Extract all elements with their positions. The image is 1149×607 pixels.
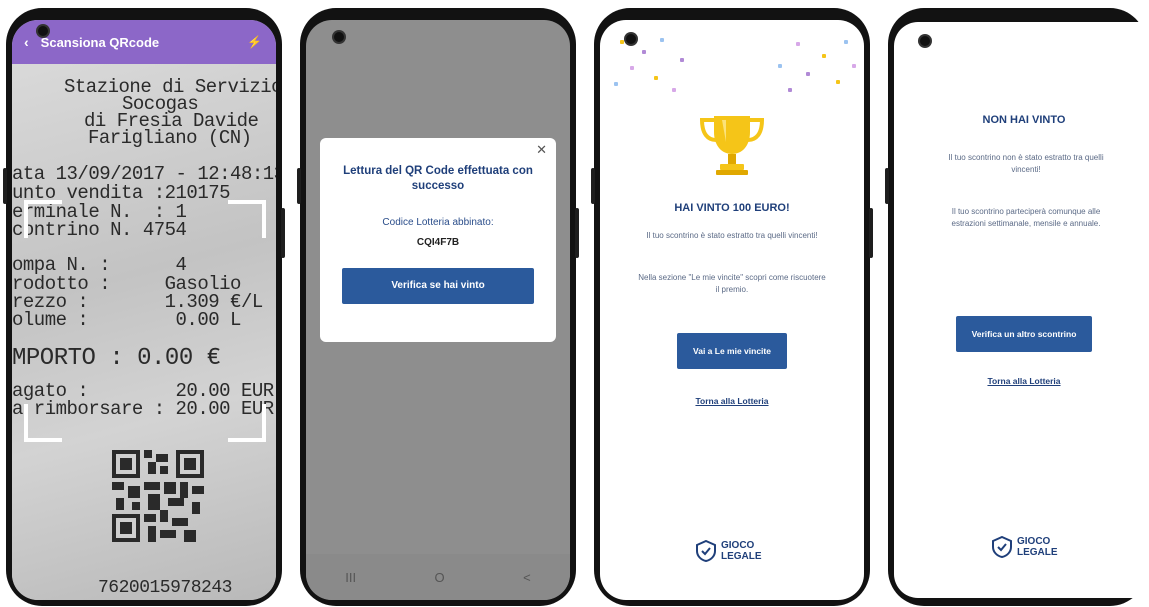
front-camera [626,34,636,44]
logo-word-2: LEGALE [721,551,762,562]
close-icon[interactable]: ✕ [536,142,547,158]
side-button [3,168,7,204]
flash-icon[interactable]: ⚡ [247,35,262,49]
scan-frame-corner [228,200,266,238]
receipt-line: Farigliano (CN) [88,127,252,149]
receipt-total: MPORTO : 0.00 € [12,345,221,372]
verify-another-receipt-button[interactable]: Verifica un altro scontrino [956,316,1092,352]
home-icon[interactable]: O [435,570,445,585]
side-button [575,208,579,258]
win-screen: HAI VINTO 100 EURO! Il tuo scontrino è s… [600,20,864,600]
scanner-appbar: ‹ Scansiona QRcode ⚡ [12,20,276,64]
dialog-title: Lettura del QR Code effettuata con succe… [343,165,533,192]
side-button [297,168,301,204]
scan-frame-corner [24,404,62,442]
scan-frame-corner [228,404,266,442]
back-to-lottery-link[interactable]: Torna alla Lotteria [600,396,864,406]
back-icon[interactable]: ‹ [24,34,29,50]
logo-word-1: GIOCO [721,540,755,551]
phone-dialog: ✕ Lettura del QR Code effettuata con suc… [297,8,579,606]
scan-frame-corner [24,200,62,238]
lose-text-1: Il tuo scontrino non è stato estratto tr… [948,153,1104,174]
receipt-barcode-number: 7620015978243 [98,578,232,598]
logo-word-1: GIOCO [1017,536,1051,547]
back-to-lottery-link[interactable]: Torna alla Lotteria [894,376,1146,386]
side-button [885,168,889,204]
my-wins-button[interactable]: Vai a Le mie vincite [677,333,787,369]
android-nav-bar: III O < [306,554,570,600]
scanner-screen: ‹ Scansiona QRcode ⚡ Stazione di Servizi… [12,20,276,600]
phone-lose: NON HAI VINTO Il tuo scontrino non è sta… [885,8,1146,606]
camera-viewfinder[interactable]: Stazione di Servizio Socogas di Fresia D… [12,64,276,600]
side-button [281,208,285,258]
front-camera [334,32,344,42]
phone-win: HAI VINTO 100 EURO! Il tuo scontrino è s… [591,8,873,606]
side-button [869,208,873,258]
verify-win-button[interactable]: Verifica se hai vinto [342,268,534,304]
front-camera [38,26,48,36]
lose-screen: NON HAI VINTO Il tuo scontrino non è sta… [894,22,1146,598]
lose-text-2: Il tuo scontrino parteciperà comunque al… [951,207,1101,228]
lottery-code-value: CQI4F7B [416,237,460,248]
side-button [591,168,595,204]
gioco-legale-shield-icon [696,540,716,562]
gioco-legale-shield-icon [992,536,1012,558]
appbar-title: Scansiona QRcode [40,34,160,50]
back-icon[interactable]: < [523,570,531,585]
receipt-line: olume : 0.00 L [12,309,241,331]
front-camera [920,36,930,46]
recent-apps-icon[interactable]: III [345,570,356,585]
qr-code [112,450,204,542]
lose-button-wrap: Verifica un altro scontrino [894,316,1146,352]
win-text-2: Nella sezione "Le mie vincite" scopri co… [638,273,826,294]
gioco-legale-logo: GIOCO LEGALE [696,540,762,562]
gioco-legale-logo: GIOCO LEGALE [992,536,1058,558]
lose-heading: NON HAI VINTO [982,114,1066,126]
dialog-screen: ✕ Lettura del QR Code effettuata con suc… [306,20,570,600]
win-button-wrap: Vai a Le mie vincite [600,333,864,369]
logo-word-2: LEGALE [1017,547,1058,558]
win-text-1: Il tuo scontrino è stato estratto tra qu… [646,231,818,240]
trophy-icon [699,116,765,175]
win-heading: HAI VINTO 100 EURO! [674,202,790,214]
qr-success-dialog: ✕ Lettura del QR Code effettuata con suc… [320,138,556,342]
lottery-code-label: Codice Lotteria abbinato: [382,217,494,228]
phone-scanner: ‹ Scansiona QRcode ⚡ Stazione di Servizi… [3,8,285,606]
